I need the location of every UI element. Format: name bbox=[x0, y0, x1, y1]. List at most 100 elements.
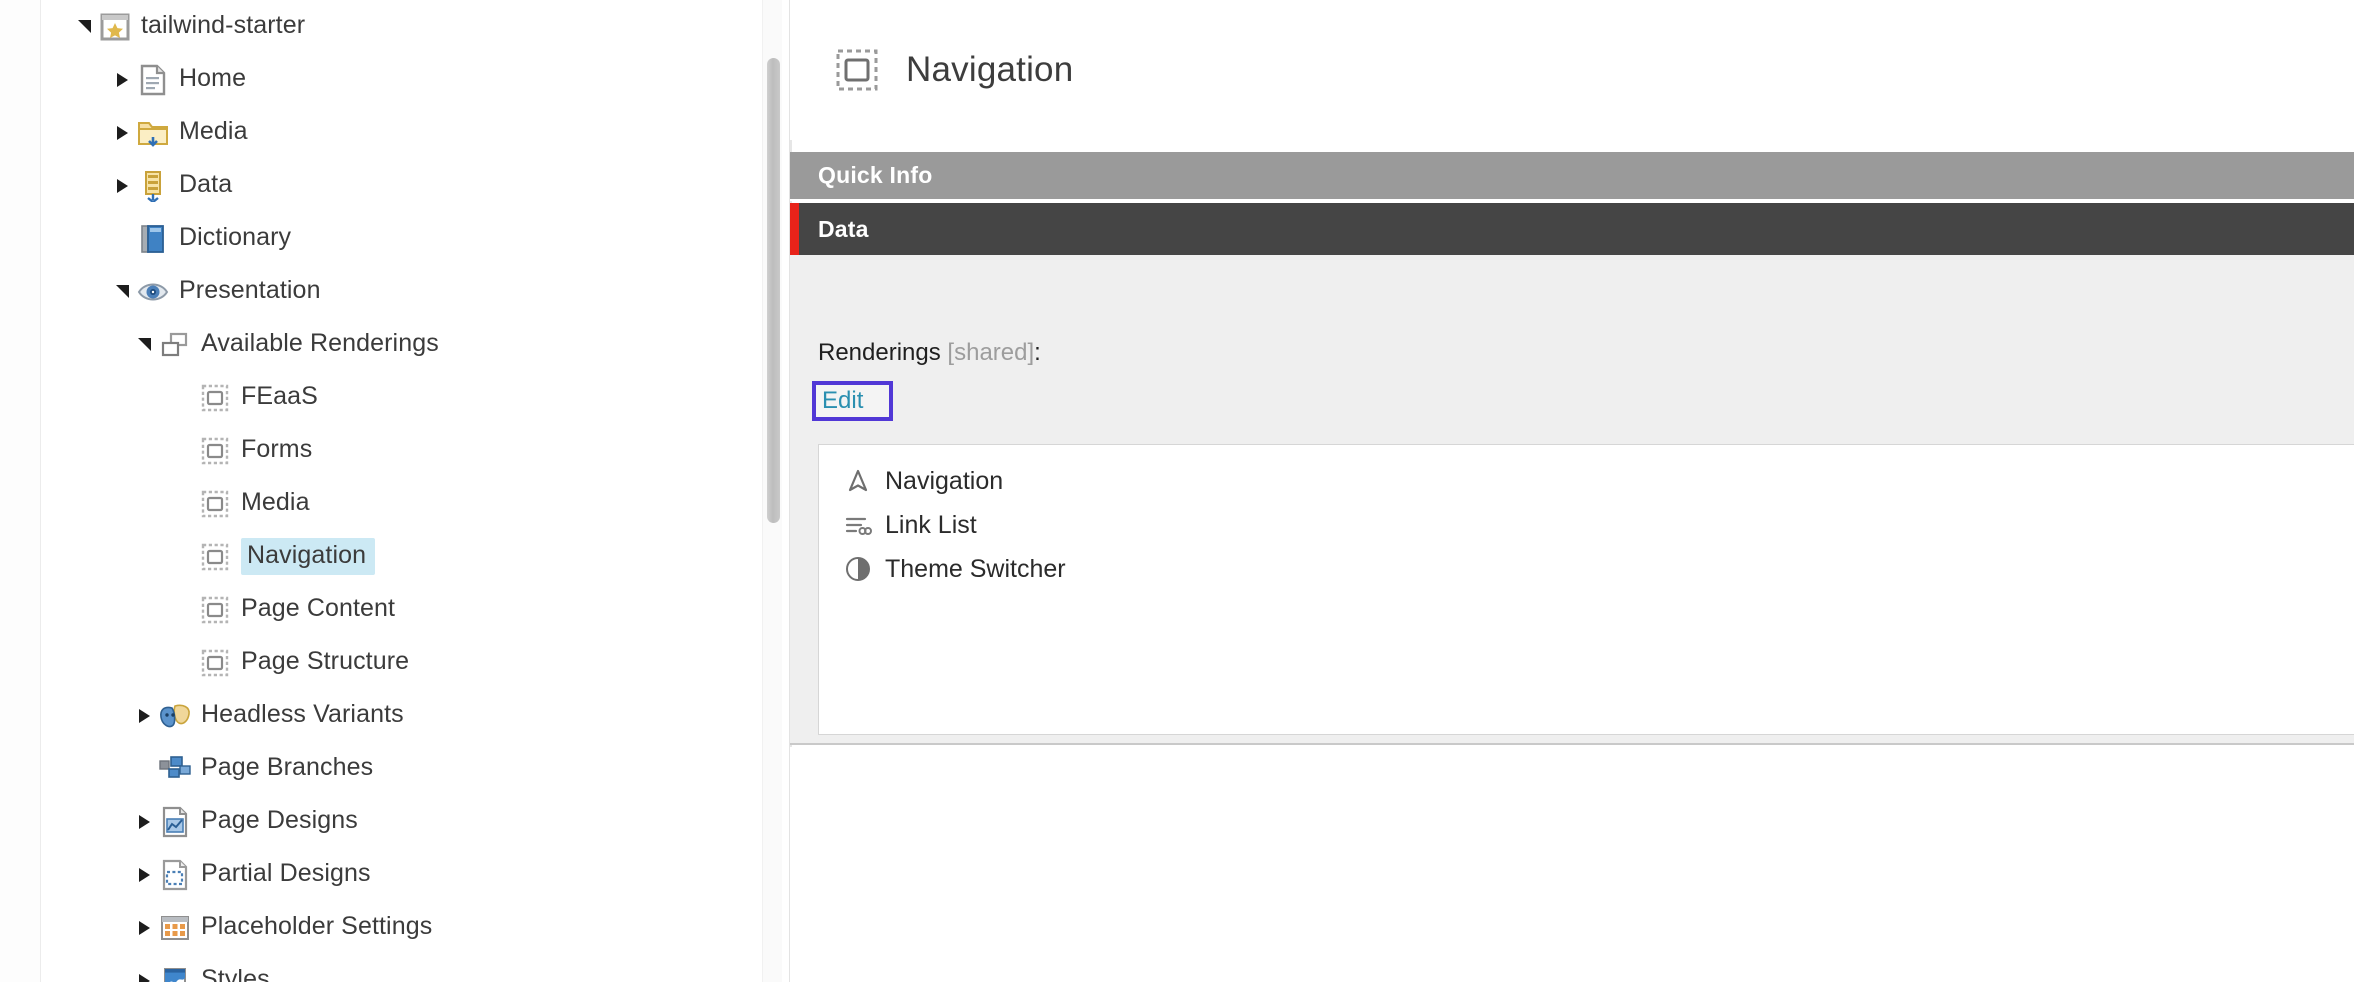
tree-item-label: Available Renderings bbox=[201, 326, 446, 363]
edit-renderings-button[interactable]: Edit bbox=[812, 381, 893, 421]
media-folder-icon bbox=[135, 116, 171, 150]
styles-paint-icon bbox=[157, 964, 193, 982]
rendering-placeholder-icon bbox=[197, 593, 233, 627]
data-folder-icon bbox=[135, 169, 171, 203]
chevron-right-icon[interactable] bbox=[109, 53, 135, 106]
tree-item-navigation[interactable]: Navigation bbox=[41, 530, 762, 583]
rendering-item-label: Navigation bbox=[885, 467, 1003, 496]
tree-item-feaas[interactable]: FEaaS bbox=[41, 371, 762, 424]
tree-item-placeholder-settings[interactable]: Placeholder Settings bbox=[41, 901, 762, 954]
tree-twisty-spacer bbox=[171, 583, 197, 636]
tree-item-label: Data bbox=[179, 167, 239, 204]
detail-header: Navigation bbox=[790, 0, 2354, 140]
renderings-list[interactable]: Navigation Link List Theme Switcher bbox=[818, 444, 2354, 735]
rendering-item-label: Link List bbox=[885, 511, 977, 540]
tree-left-gutter bbox=[0, 0, 41, 982]
tree-item-forms[interactable]: Forms bbox=[41, 424, 762, 477]
tree-item-label: tailwind-starter bbox=[141, 8, 312, 45]
field-label-renderings: Renderings [shared]: bbox=[818, 339, 1041, 367]
tree-twisty-spacer bbox=[171, 636, 197, 689]
tree-item-label: Media bbox=[241, 485, 317, 522]
chevron-right-icon[interactable] bbox=[131, 954, 157, 982]
page-design-icon bbox=[157, 805, 193, 839]
tree-item-label: FEaaS bbox=[241, 379, 325, 416]
rendering-item[interactable]: Link List bbox=[819, 503, 2354, 547]
theme-switcher-icon bbox=[841, 554, 875, 584]
tree-item-headless-variants[interactable]: Headless Variants bbox=[41, 689, 762, 742]
chevron-right-icon[interactable] bbox=[131, 901, 157, 954]
chevron-right-icon[interactable] bbox=[131, 795, 157, 848]
navigation-compass-icon bbox=[841, 466, 875, 496]
tree-scrollbar-thumb[interactable] bbox=[767, 58, 780, 523]
tree-twisty-spacer bbox=[171, 477, 197, 530]
content-tree-list[interactable]: tailwind-starter Home Media Data Dictionary P… bbox=[41, 0, 762, 982]
tree-item-label: Styles bbox=[201, 962, 277, 982]
tree-item-tailwind-starter[interactable]: tailwind-starter bbox=[41, 0, 762, 53]
rendering-placeholder-icon bbox=[197, 434, 233, 468]
tree-item-data[interactable]: Data bbox=[41, 159, 762, 212]
rendering-placeholder-icon bbox=[197, 381, 233, 415]
tree-item-home[interactable]: Home bbox=[41, 53, 762, 106]
chevron-right-icon[interactable] bbox=[131, 848, 157, 901]
chevron-down-icon[interactable] bbox=[131, 318, 157, 371]
chevron-down-icon[interactable] bbox=[109, 265, 135, 318]
tree-twisty-spacer bbox=[171, 371, 197, 424]
placeholder-grid-icon bbox=[157, 911, 193, 945]
renderings-stack-icon bbox=[157, 328, 193, 362]
tree-item-page-branches[interactable]: Page Branches bbox=[41, 742, 762, 795]
tree-item-label: Page Designs bbox=[201, 803, 365, 840]
tree-item-available-renderings[interactable]: Available Renderings bbox=[41, 318, 762, 371]
branches-icon bbox=[157, 752, 193, 786]
tree-item-label: Headless Variants bbox=[201, 697, 411, 734]
data-section-body: Renderings [shared]: Edit Navigation Link… bbox=[790, 255, 2354, 745]
tree-vertical-scrollbar[interactable] bbox=[762, 0, 782, 982]
rendering-placeholder-icon bbox=[197, 540, 233, 574]
edit-link-label[interactable]: Edit bbox=[816, 389, 863, 413]
tree-item-label: Media bbox=[179, 114, 255, 151]
rendering-placeholder-icon bbox=[834, 47, 880, 93]
tree-item-media[interactable]: Media bbox=[41, 106, 762, 159]
rendering-item[interactable]: Theme Switcher bbox=[819, 547, 2354, 591]
chevron-right-icon[interactable] bbox=[109, 106, 135, 159]
chevron-down-icon[interactable] bbox=[71, 0, 97, 53]
tree-item-label: Home bbox=[179, 61, 253, 98]
page-title: Navigation bbox=[906, 50, 1073, 90]
section-header-quick-info[interactable]: Quick Info bbox=[790, 152, 2354, 201]
tree-item-label: Partial Designs bbox=[201, 856, 378, 893]
rendering-item[interactable]: Navigation bbox=[819, 459, 2354, 503]
masks-icon bbox=[157, 699, 193, 733]
tree-item-presentation[interactable]: Presentation bbox=[41, 265, 762, 318]
tree-item-label: Navigation bbox=[241, 538, 375, 575]
document-page-icon bbox=[135, 63, 171, 97]
tree-item-dictionary[interactable]: Dictionary bbox=[41, 212, 762, 265]
content-tree-panel: tailwind-starter Home Media Data Dictionary P… bbox=[0, 0, 790, 982]
tree-item-page-content[interactable]: Page Content bbox=[41, 583, 762, 636]
section-header-data[interactable]: Data bbox=[790, 203, 2354, 255]
tree-item-label: Page Branches bbox=[201, 750, 380, 787]
tree-item-styles[interactable]: Styles bbox=[41, 954, 762, 982]
tree-item-media[interactable]: Media bbox=[41, 477, 762, 530]
presentation-eye-icon bbox=[135, 275, 171, 309]
tree-item-page-designs[interactable]: Page Designs bbox=[41, 795, 762, 848]
section-label-quick-info: Quick Info bbox=[790, 162, 932, 189]
tree-item-label: Dictionary bbox=[179, 220, 298, 257]
tree-item-page-structure[interactable]: Page Structure bbox=[41, 636, 762, 689]
tree-item-label: Page Structure bbox=[241, 644, 416, 681]
tree-item-label: Forms bbox=[241, 432, 319, 469]
item-detail-pane: Navigation Quick Info Data Renderings [s… bbox=[790, 0, 2354, 982]
link-list-icon bbox=[841, 510, 875, 540]
tree-item-label: Placeholder Settings bbox=[201, 909, 439, 946]
field-colon: : bbox=[1034, 339, 1041, 366]
tree-twisty-spacer bbox=[171, 530, 197, 583]
tree-item-label: Presentation bbox=[179, 273, 328, 310]
field-name-text: Renderings bbox=[818, 339, 941, 366]
content-editor-screen: tailwind-starter Home Media Data Dictionary P… bbox=[0, 0, 2354, 982]
rendering-item-label: Theme Switcher bbox=[885, 555, 1066, 584]
chevron-right-icon[interactable] bbox=[109, 159, 135, 212]
rendering-placeholder-icon bbox=[197, 487, 233, 521]
chevron-right-icon[interactable] bbox=[131, 689, 157, 742]
tree-item-partial-designs[interactable]: Partial Designs bbox=[41, 848, 762, 901]
section-accent-bar bbox=[790, 203, 799, 255]
detail-footer-blank bbox=[790, 747, 2354, 982]
tree-item-label: Page Content bbox=[241, 591, 402, 628]
